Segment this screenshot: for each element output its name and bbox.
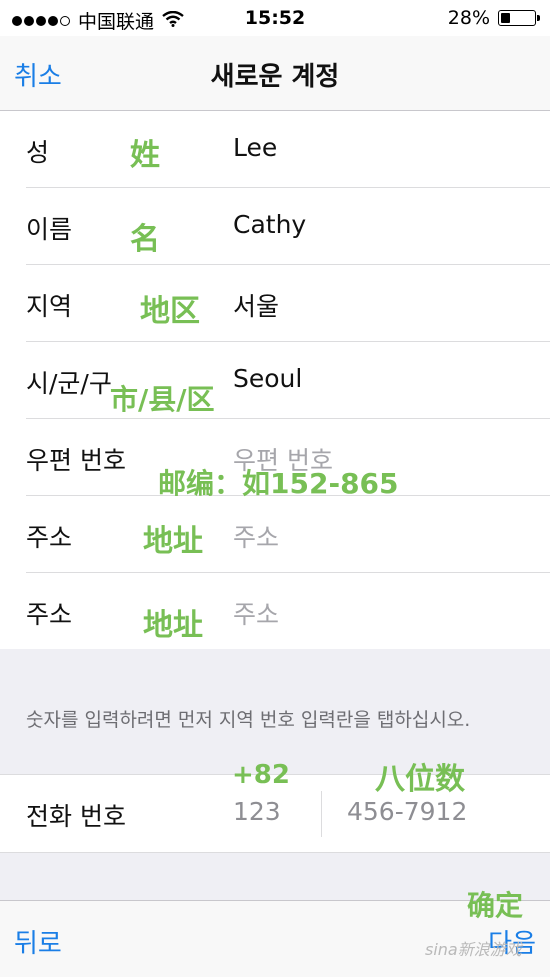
battery-fill [501, 13, 510, 23]
page-title: 새로운 계정 [210, 62, 340, 92]
phone-number-field[interactable]: 456-7912 [347, 797, 467, 826]
surname-field[interactable]: Lee [233, 133, 277, 162]
region-field[interactable]: 서울 [233, 287, 279, 323]
form-row-address-1[interactable]: 주소 주소 [0, 496, 550, 573]
phone-hint-text: 숫자를 입력하려면 먼저 지역 번호 입력란을 탭하십시오. [26, 709, 471, 731]
form-row-surname[interactable]: 성 Lee [0, 111, 550, 188]
battery-nub [537, 15, 540, 21]
row-label: 주소 [26, 523, 73, 552]
form-row-given-name[interactable]: 이름 Cathy [0, 188, 550, 265]
annotation-region: 地区 [140, 294, 200, 329]
back-button[interactable]: 뒤로 [14, 923, 62, 960]
sina-watermark: sina新浪游戏 [425, 940, 522, 959]
annotation-given-name: 名 [130, 222, 160, 257]
annotation-address-1: 地址 [143, 524, 203, 559]
area-code-field[interactable]: 123 [233, 797, 281, 826]
row-label: 주소 [26, 600, 73, 629]
address-field-2[interactable]: 주소 [233, 595, 279, 631]
row-label: 지역 [26, 292, 73, 321]
given-name-field[interactable]: Cathy [233, 210, 306, 239]
battery-icon [498, 10, 540, 26]
form-row-region[interactable]: 지역 서울 [0, 265, 550, 342]
row-label: 성 [26, 138, 50, 167]
nav-bar: 취소 새로운 계정 [0, 36, 550, 111]
annotation-confirm: 确定 [467, 889, 524, 922]
city-field[interactable]: Seoul [233, 364, 302, 393]
annotation-country-code: +82 [232, 760, 290, 790]
row-label: 우편 번호 [26, 446, 126, 475]
form-row-city[interactable]: 시/군/구 Seoul [0, 342, 550, 419]
annotation-surname: 姓 [130, 138, 160, 173]
row-label: 전화 번호 [26, 802, 126, 831]
phone-field-divider [321, 791, 322, 837]
account-form: 성 Lee 이름 Cathy 지역 서울 시/군/구 Seoul 우편 번호 우… [0, 111, 550, 650]
status-bar: 中国联通 15:52 28% [0, 0, 550, 36]
address-field-1[interactable]: 주소 [233, 518, 279, 554]
annotation-city: 市/县/区 [110, 383, 215, 416]
row-label: 시/군/구 [26, 369, 112, 398]
status-right: 28% [447, 7, 540, 29]
form-row-address-2[interactable]: 주소 주소 [0, 573, 550, 650]
annotation-eight-digits: 八位数 [375, 762, 465, 797]
row-label: 이름 [26, 215, 73, 244]
annotation-postcode: 邮编：如152-865 [158, 467, 399, 500]
annotation-address-2: 地址 [143, 608, 203, 643]
battery-percent: 28% [447, 7, 490, 29]
